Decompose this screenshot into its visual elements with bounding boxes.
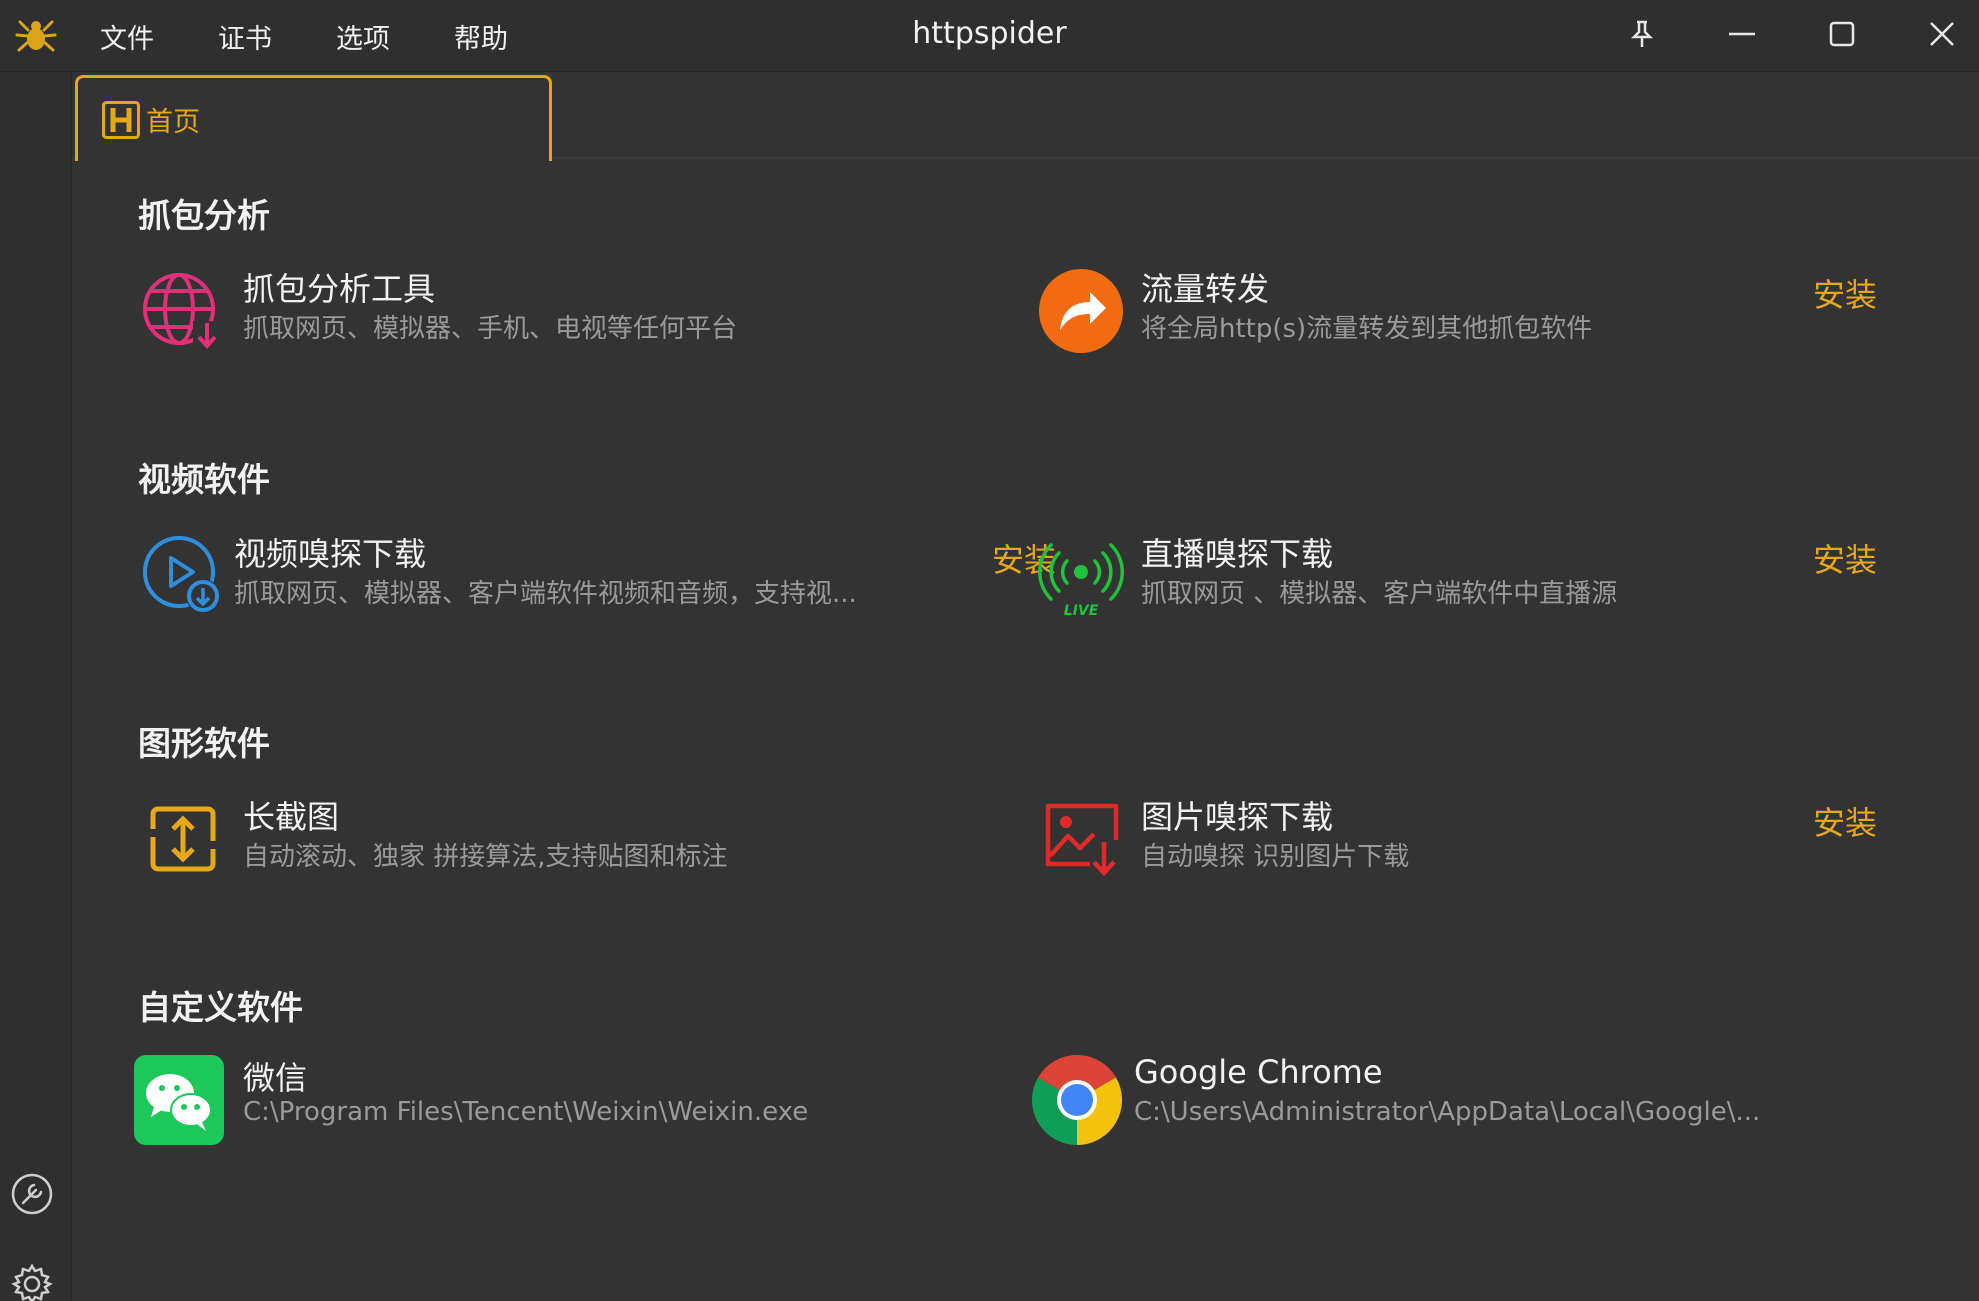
menu-certificate[interactable]: 证书 bbox=[218, 17, 272, 56]
section-title-capture: 抓包分析 bbox=[138, 196, 270, 235]
h-badge-icon bbox=[102, 100, 140, 139]
app-title: Google Chrome bbox=[1134, 1053, 1383, 1091]
home-content: 抓包分析 抓包分析工具 抓取网页、模拟器、手机、电视等任何平台 流量转发 将全局… bbox=[72, 161, 1979, 1301]
forward-arrow-icon bbox=[1036, 266, 1126, 356]
video-download-icon bbox=[138, 531, 228, 621]
menu-help[interactable]: 帮助 bbox=[454, 17, 508, 56]
app-description: 抓取网页 、模拟器、客户端软件中直播源 bbox=[1141, 579, 1618, 609]
pin-button[interactable] bbox=[1616, 10, 1668, 62]
app-title: 微信 bbox=[243, 1059, 308, 1097]
menu-bar: 文件 证书 选项 帮助 bbox=[100, 0, 572, 72]
app-description: 自动滚动、独家 拼接算法,支持贴图和标注 bbox=[243, 842, 728, 872]
menu-options[interactable]: 选项 bbox=[336, 17, 390, 56]
app-title: 流量转发 bbox=[1141, 270, 1270, 308]
app-description: 抓取网页、模拟器、客户端软件视频和音频，支持视... bbox=[234, 579, 857, 609]
section-title-video: 视频软件 bbox=[138, 460, 270, 499]
wechat-icon bbox=[134, 1055, 224, 1145]
app-card-video-sniffer[interactable]: 视频嗅探下载 抓取网页、模拟器、客户端软件视频和音频，支持视... 安装 bbox=[138, 531, 1058, 641]
gear-icon bbox=[10, 1262, 54, 1301]
app-title: 长截图 bbox=[243, 798, 340, 836]
app-card-image-sniffer[interactable]: 图片嗅探下载 自动嗅探 识别图片下载 安装 bbox=[1036, 794, 1956, 904]
settings-button[interactable] bbox=[8, 1262, 56, 1301]
close-icon bbox=[1927, 19, 1957, 53]
live-broadcast-icon: LIVE bbox=[1036, 531, 1126, 621]
left-sidebar bbox=[0, 72, 72, 1301]
app-window: 文件 证书 选项 帮助 httpspider 首页 抓包分析 抓包分析工具 抓取… bbox=[0, 0, 1979, 1301]
title-bar: 文件 证书 选项 帮助 httpspider bbox=[0, 0, 1979, 72]
app-description: C:\Users\Administrator\AppData\Local\Goo… bbox=[1134, 1097, 1761, 1127]
tab-home-label: 首页 bbox=[146, 107, 200, 138]
app-description: 将全局http(s)流量转发到其他抓包软件 bbox=[1141, 314, 1593, 344]
close-button[interactable] bbox=[1916, 10, 1968, 62]
app-description: 抓取网页、模拟器、手机、电视等任何平台 bbox=[243, 314, 738, 344]
app-title: 直播嗅探下载 bbox=[1141, 535, 1334, 573]
install-button[interactable]: 安装 bbox=[1813, 270, 1877, 316]
menu-file[interactable]: 文件 bbox=[100, 17, 154, 56]
app-card-traffic-forward[interactable]: 流量转发 将全局http(s)流量转发到其他抓包软件 安装 bbox=[1036, 266, 1956, 376]
app-title: 视频嗅探下载 bbox=[234, 535, 427, 573]
spider-icon bbox=[14, 14, 58, 58]
app-description: 自动嗅探 识别图片下载 bbox=[1141, 842, 1410, 872]
maximize-button[interactable] bbox=[1816, 10, 1868, 62]
section-title-custom: 自定义软件 bbox=[138, 988, 303, 1027]
tab-strip: 首页 bbox=[72, 72, 1979, 161]
globe-download-icon bbox=[138, 266, 228, 356]
tab-home[interactable]: 首页 bbox=[75, 75, 552, 161]
app-card-capture-tool[interactable]: 抓包分析工具 抓取网页、模拟器、手机、电视等任何平台 bbox=[138, 266, 1058, 376]
app-title: 抓包分析工具 bbox=[243, 270, 436, 308]
minimize-icon bbox=[1727, 19, 1757, 53]
install-button[interactable]: 安装 bbox=[1813, 798, 1877, 844]
app-title: 图片嗅探下载 bbox=[1141, 798, 1334, 836]
app-card-chrome[interactable]: Google Chrome C:\Users\Administrator\App… bbox=[1032, 1053, 1952, 1165]
app-card-wechat[interactable]: 微信 C:\Program Files\Tencent\Weixin\Weixi… bbox=[134, 1055, 1054, 1165]
install-button[interactable]: 安装 bbox=[1813, 535, 1877, 581]
svg-text:LIVE: LIVE bbox=[1064, 603, 1099, 619]
app-card-long-screenshot[interactable]: 长截图 自动滚动、独家 拼接算法,支持贴图和标注 bbox=[138, 794, 1058, 904]
wrench-icon bbox=[10, 1172, 54, 1220]
long-screenshot-icon bbox=[138, 794, 228, 884]
tools-button[interactable] bbox=[8, 1172, 56, 1220]
pin-icon bbox=[1629, 19, 1655, 53]
app-description: C:\Program Files\Tencent\Weixin\Weixin.e… bbox=[243, 1097, 809, 1127]
minimize-button[interactable] bbox=[1716, 10, 1768, 62]
image-download-icon bbox=[1036, 794, 1126, 884]
section-title-graphics: 图形软件 bbox=[138, 724, 270, 763]
maximize-icon bbox=[1827, 19, 1857, 53]
app-card-live-sniffer[interactable]: LIVE 直播嗅探下载 抓取网页 、模拟器、客户端软件中直播源 安装 bbox=[1036, 531, 1956, 641]
chrome-icon bbox=[1032, 1055, 1122, 1145]
